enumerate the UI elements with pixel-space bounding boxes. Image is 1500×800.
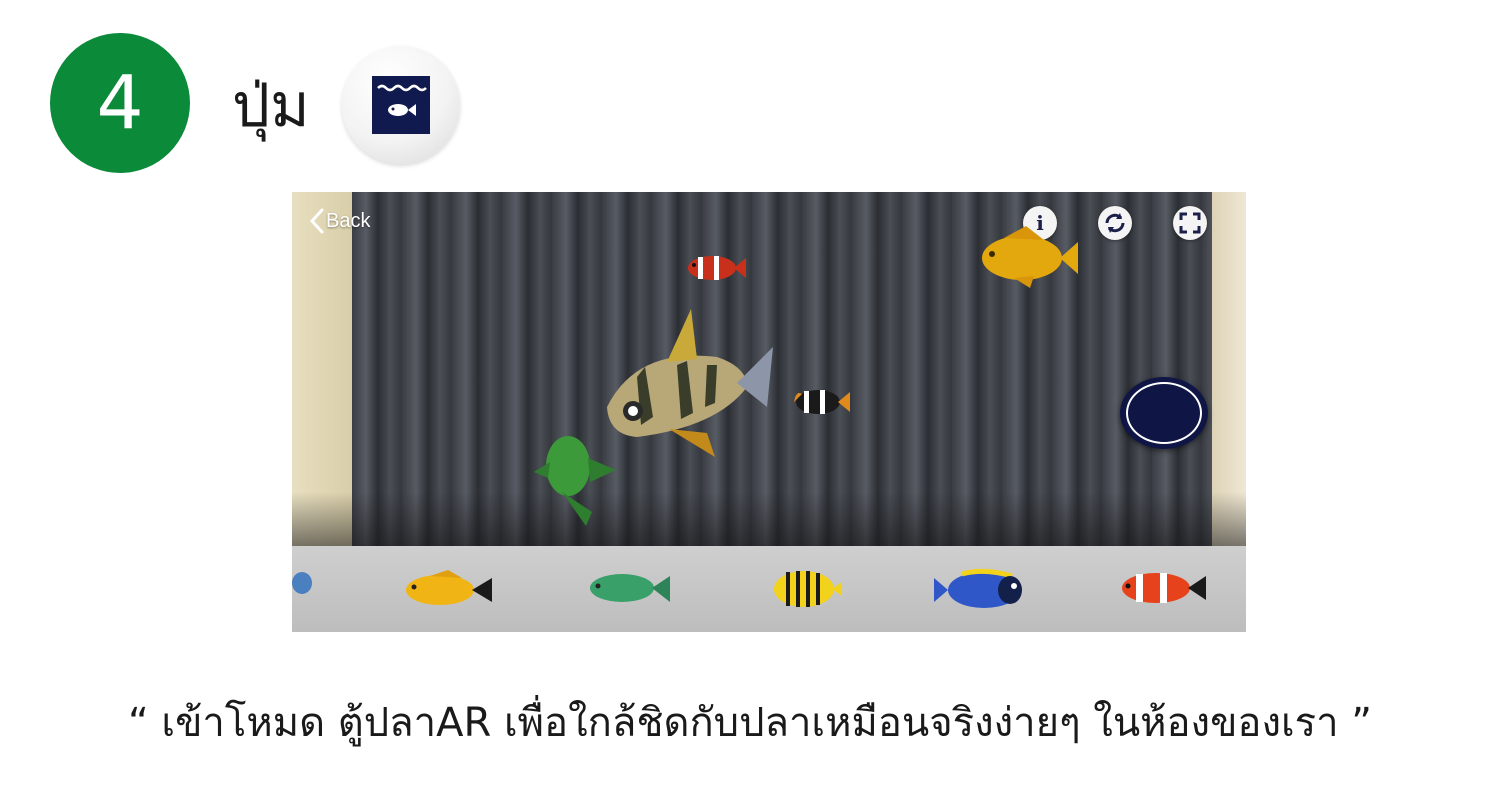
fullscreen-icon — [1179, 212, 1201, 234]
refresh-button[interactable] — [1098, 206, 1132, 240]
fullscreen-button[interactable] — [1173, 206, 1207, 240]
ar-camera-view: Back i — [292, 192, 1246, 632]
goldfish-icon — [982, 226, 1078, 288]
clownfish-icon — [794, 390, 850, 414]
blue-fish-icon[interactable] — [292, 568, 316, 598]
chevron-left-icon — [310, 208, 324, 234]
green-chromis-icon[interactable] — [584, 568, 672, 610]
step-number: 4 — [96, 60, 144, 146]
tiger-barb-icon — [607, 309, 773, 457]
capture-ring — [1126, 382, 1202, 444]
fish-tank-icon — [372, 76, 430, 134]
clownfish-icon — [688, 256, 746, 280]
butterflyfish-icon[interactable] — [770, 568, 842, 610]
caption: “ เข้าโหมด ตู้ปลาAR เพื่อใกล้ชิดกับปลาเห… — [127, 700, 1373, 746]
clownfish-icon[interactable] — [1116, 568, 1208, 608]
refresh-icon — [1105, 213, 1125, 233]
aquarium-mode-button[interactable] — [342, 46, 460, 164]
step-number-badge: 4 — [50, 33, 190, 173]
floor-shadow — [292, 492, 1246, 552]
powder-blue-tang-icon[interactable] — [932, 568, 1030, 612]
back-button[interactable]: Back — [310, 208, 370, 234]
capture-button[interactable] — [1120, 377, 1208, 449]
green-chromis-icon — [534, 436, 616, 526]
yellow-damselfish-icon[interactable] — [400, 568, 494, 612]
button-label: ปุ่ม — [232, 71, 310, 141]
back-label: Back — [326, 209, 371, 232]
